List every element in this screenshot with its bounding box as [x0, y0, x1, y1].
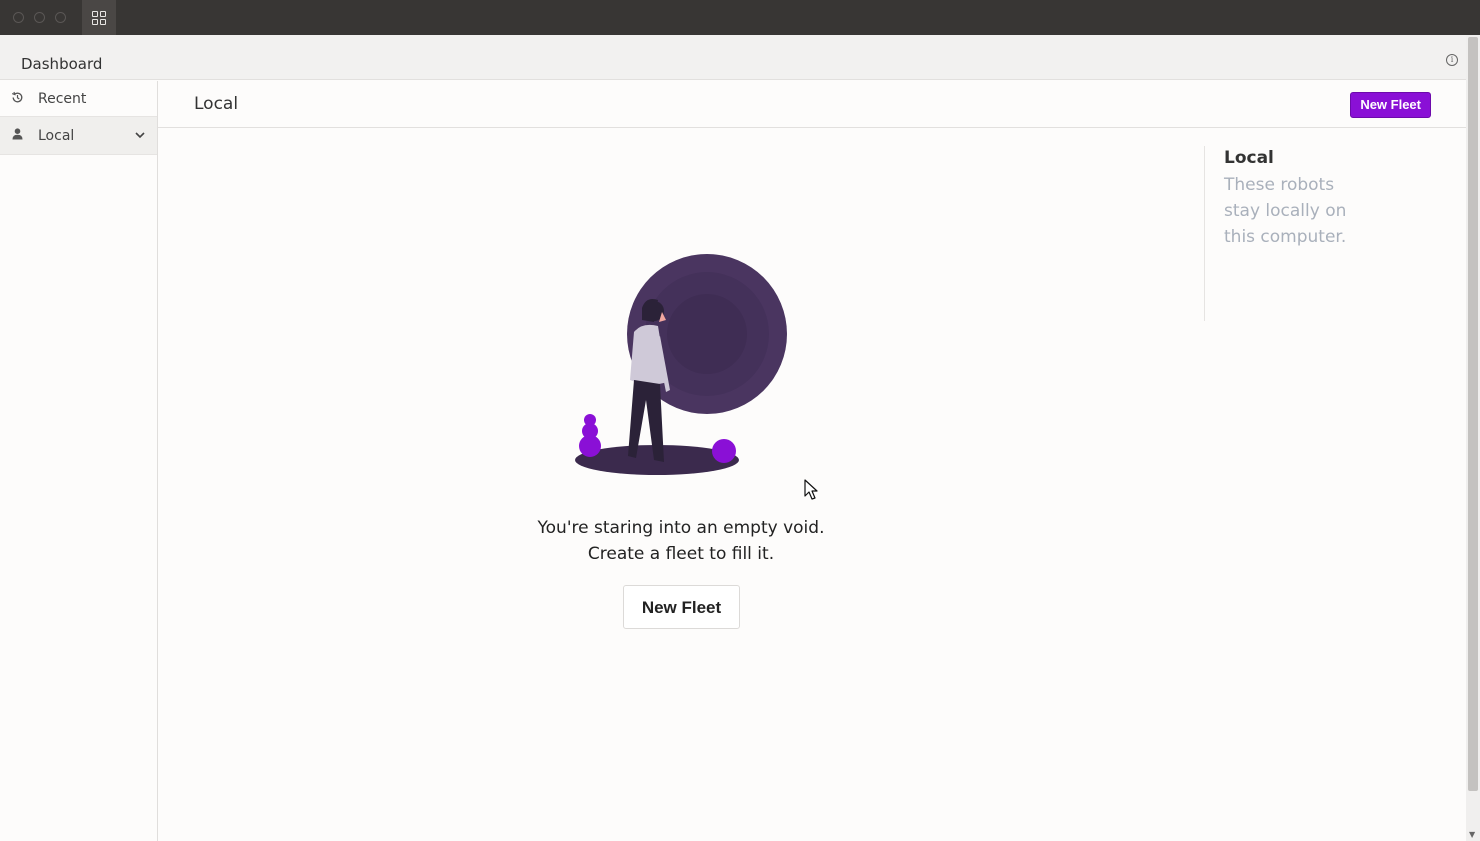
main-header: Local New Fleet: [158, 81, 1466, 128]
info-panel: Local These robots stay locally on this …: [1204, 146, 1405, 321]
chevron-down-icon[interactable]: [135, 129, 145, 142]
sidebar-item-local[interactable]: Local: [0, 117, 157, 155]
scroll-down-arrow-icon[interactable]: ▼: [1469, 830, 1475, 839]
empty-state-line-1: You're staring into an empty void.: [537, 518, 825, 538]
info-panel-description: These robots stay locally on this comput…: [1224, 175, 1347, 247]
vertical-scrollbar[interactable]: ▼: [1466, 35, 1480, 841]
history-icon: [10, 91, 24, 107]
mouse-cursor-icon: [804, 479, 818, 500]
minimize-window-button[interactable]: [34, 12, 45, 23]
maximize-window-button[interactable]: [55, 12, 66, 23]
apps-grid-icon: [92, 10, 106, 25]
apps-button[interactable]: [82, 0, 116, 35]
info-icon[interactable]: i: [1446, 54, 1458, 66]
empty-void-illustration: [575, 254, 787, 475]
app-header: Dashboard i: [0, 35, 1466, 80]
empty-state-line-2: Create a fleet to fill it.: [587, 544, 775, 564]
header-title: Dashboard: [21, 55, 103, 73]
info-panel-title: Local: [1224, 148, 1274, 168]
scrollbar-thumb[interactable]: [1468, 37, 1478, 791]
window-titlebar: [0, 0, 1480, 35]
sidebar: Recent Local: [0, 81, 158, 841]
sidebar-item-recent[interactable]: Recent: [0, 81, 157, 117]
empty-state-message: You're staring into an empty void. Creat…: [480, 515, 882, 567]
page-title: Local: [194, 94, 239, 114]
sidebar-item-label: Recent: [38, 90, 87, 107]
user-icon: [10, 128, 24, 143]
new-fleet-button[interactable]: New Fleet: [1350, 92, 1431, 118]
sidebar-item-label: Local: [38, 127, 75, 144]
new-fleet-empty-button[interactable]: New Fleet: [623, 585, 740, 629]
close-window-button[interactable]: [13, 12, 24, 23]
